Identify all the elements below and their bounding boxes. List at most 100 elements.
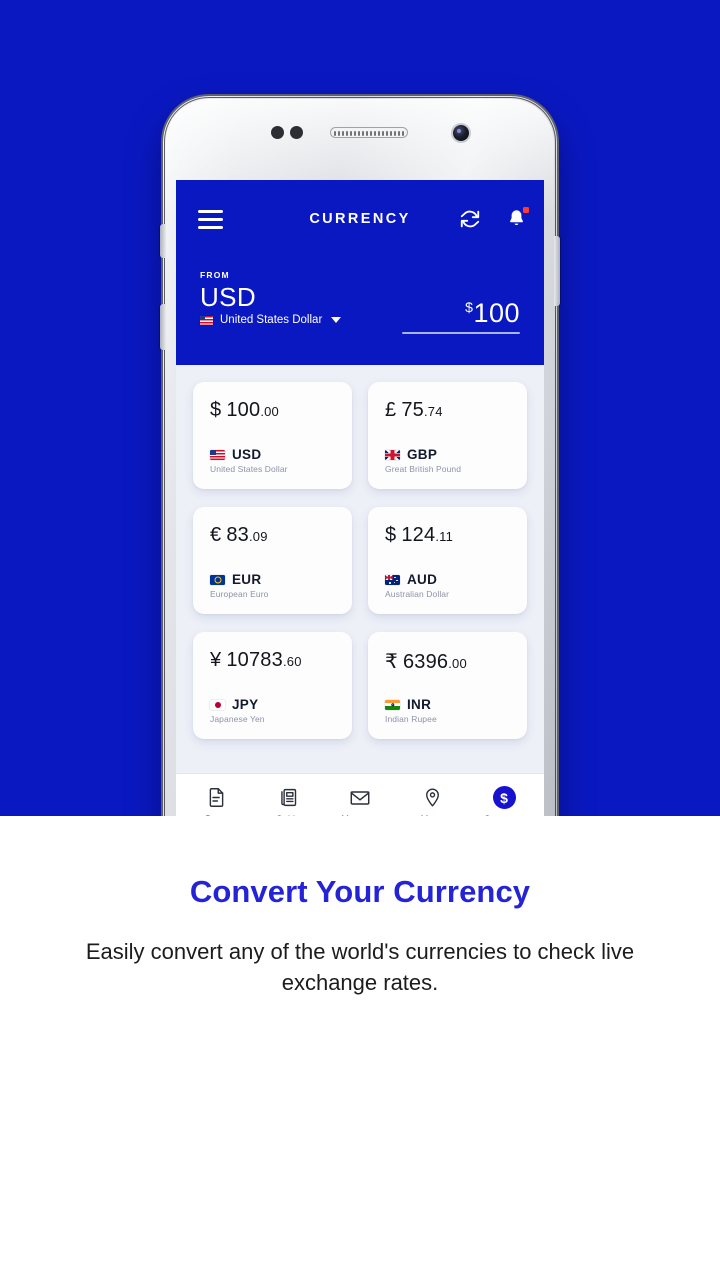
card-currency-code: AUD	[407, 572, 438, 587]
flag-us-icon	[210, 449, 225, 460]
from-currency-name: United States Dollar	[220, 314, 323, 326]
card-code-row: INR	[385, 697, 437, 712]
currency-symbol: £	[385, 399, 397, 421]
card-currency-name: Indian Rupee	[385, 714, 437, 724]
currency-card-grid: $100.00 USD United States Dollar £ 75.74…	[176, 365, 544, 739]
envelope-icon	[348, 786, 372, 810]
nav-item-message[interactable]: Message	[331, 786, 389, 816]
flag-jp-icon	[210, 699, 225, 710]
card-currency-code: EUR	[232, 572, 262, 587]
currency-card-inr[interactable]: ₹6396.00 INR Indian Rupee	[368, 632, 527, 739]
page-root: CURRENCY FROM USD United States Dollar $…	[0, 0, 720, 1280]
card-currency-name: Great British Pound	[385, 464, 462, 474]
book-icon	[276, 786, 300, 810]
card-meta: INR Indian Rupee	[385, 697, 437, 724]
amount-decimals: .11	[435, 529, 454, 544]
bottom-navigation: Docs Guide	[176, 773, 544, 816]
currency-card-aud[interactable]: $124.11 AUD Australian Dollar	[368, 507, 527, 614]
proximity-sensor-icon	[271, 126, 284, 139]
card-amount: £75.74	[385, 399, 527, 422]
card-currency-code: JPY	[232, 697, 259, 712]
amount-whole: 124	[401, 524, 436, 546]
flag-us-icon	[200, 315, 213, 325]
currency-symbol: $	[385, 524, 397, 546]
card-amount: ₹6396.00	[385, 649, 527, 674]
hero-background: CURRENCY FROM USD United States Dollar $…	[0, 0, 720, 816]
nav-item-guide[interactable]: Guide	[259, 786, 317, 816]
from-label: FROM	[200, 270, 230, 280]
card-amount: €83.09	[210, 524, 352, 547]
amount-decimals: .00	[448, 656, 467, 671]
front-camera-icon	[451, 123, 471, 143]
amount-number: 100	[473, 298, 520, 328]
card-code-row: AUD	[385, 572, 449, 587]
currency-symbol: ¥	[210, 649, 222, 671]
flag-au-icon	[385, 574, 400, 585]
card-currency-code: INR	[407, 697, 432, 712]
map-pin-icon	[420, 786, 444, 810]
currency-symbol: €	[210, 524, 222, 546]
from-currency-code: USD	[200, 282, 257, 312]
currency-card-gbp[interactable]: £75.74 GBP Great British Pound	[368, 382, 527, 489]
refresh-icon[interactable]	[459, 208, 481, 230]
phone-screen: CURRENCY FROM USD United States Dollar $…	[176, 180, 544, 816]
amount-decimals: .00	[260, 404, 279, 419]
currency-card-jpy[interactable]: ¥10783.60 JPY Japanese Yen	[193, 632, 352, 739]
card-amount: $100.00	[210, 399, 352, 422]
light-sensor-icon	[290, 126, 303, 139]
app-top-bar: CURRENCY	[176, 200, 544, 240]
nav-item-docs[interactable]: Docs	[187, 786, 245, 816]
card-currency-code: GBP	[407, 447, 438, 462]
card-currency-name: United States Dollar	[210, 464, 288, 474]
phone-volume-up-button[interactable]	[160, 224, 166, 258]
amount-whole: 6396	[402, 651, 449, 673]
card-meta: EUR European Euro	[210, 572, 268, 599]
card-currency-code: USD	[232, 447, 262, 462]
currency-symbol: ₹	[385, 651, 398, 673]
amount-decimals: .09	[248, 529, 268, 544]
flag-gb-icon	[385, 449, 400, 460]
flag-in-icon	[385, 699, 400, 710]
amount-decimals: .74	[423, 404, 443, 419]
nav-item-maps[interactable]: Maps	[403, 786, 461, 816]
card-amount: ¥10783.60	[210, 649, 352, 672]
card-currency-name: European Euro	[210, 589, 269, 599]
amount-decimals: .60	[282, 654, 302, 669]
app-header: CURRENCY FROM USD United States Dollar $…	[176, 180, 544, 365]
card-code-row: GBP	[385, 447, 461, 462]
amount-whole: 83	[226, 524, 249, 546]
from-currency-row[interactable]: United States Dollar	[200, 314, 342, 326]
from-currency-selector[interactable]: FROM USD United States Dollar	[200, 270, 342, 326]
amount-underline	[402, 332, 520, 334]
phone-volume-down-button[interactable]	[160, 304, 166, 350]
bell-icon[interactable]	[506, 207, 529, 230]
card-code-row: JPY	[210, 697, 265, 712]
amount-whole: 100	[226, 399, 261, 421]
flag-eu-icon	[210, 574, 225, 585]
currency-symbol: $	[210, 399, 222, 421]
card-amount: $124.11	[385, 524, 527, 547]
card-meta: GBP Great British Pound	[385, 447, 461, 474]
currency-card-eur[interactable]: €83.09 EUR European Euro	[193, 507, 352, 614]
amount-input-group[interactable]: $100	[402, 292, 520, 334]
caption-title: Convert Your Currency	[189, 874, 531, 909]
currency-card-usd[interactable]: $100.00 USD United States Dollar	[193, 382, 352, 489]
phone-mockup: CURRENCY FROM USD United States Dollar $…	[160, 96, 560, 816]
card-code-row: USD	[210, 447, 288, 462]
earpiece-speaker	[330, 127, 408, 138]
chevron-down-icon[interactable]	[331, 317, 342, 323]
card-code-row: EUR	[210, 572, 268, 587]
card-meta: JPY Japanese Yen	[210, 697, 265, 724]
card-currency-name: Australian Dollar	[385, 589, 450, 599]
dollar-circle-icon: $	[492, 786, 516, 810]
header-actions	[459, 207, 529, 230]
caption-subtitle: Easily convert any of the world's curren…	[85, 939, 635, 996]
nav-item-currency[interactable]: $ Currency	[475, 786, 533, 816]
card-currency-name: Japanese Yen	[210, 714, 265, 724]
phone-power-button[interactable]	[554, 236, 560, 306]
card-meta: USD United States Dollar	[210, 447, 288, 474]
notification-badge	[523, 207, 529, 213]
amount-whole: 10783	[226, 649, 283, 671]
document-icon	[204, 786, 228, 810]
amount-value[interactable]: $100	[402, 292, 520, 328]
